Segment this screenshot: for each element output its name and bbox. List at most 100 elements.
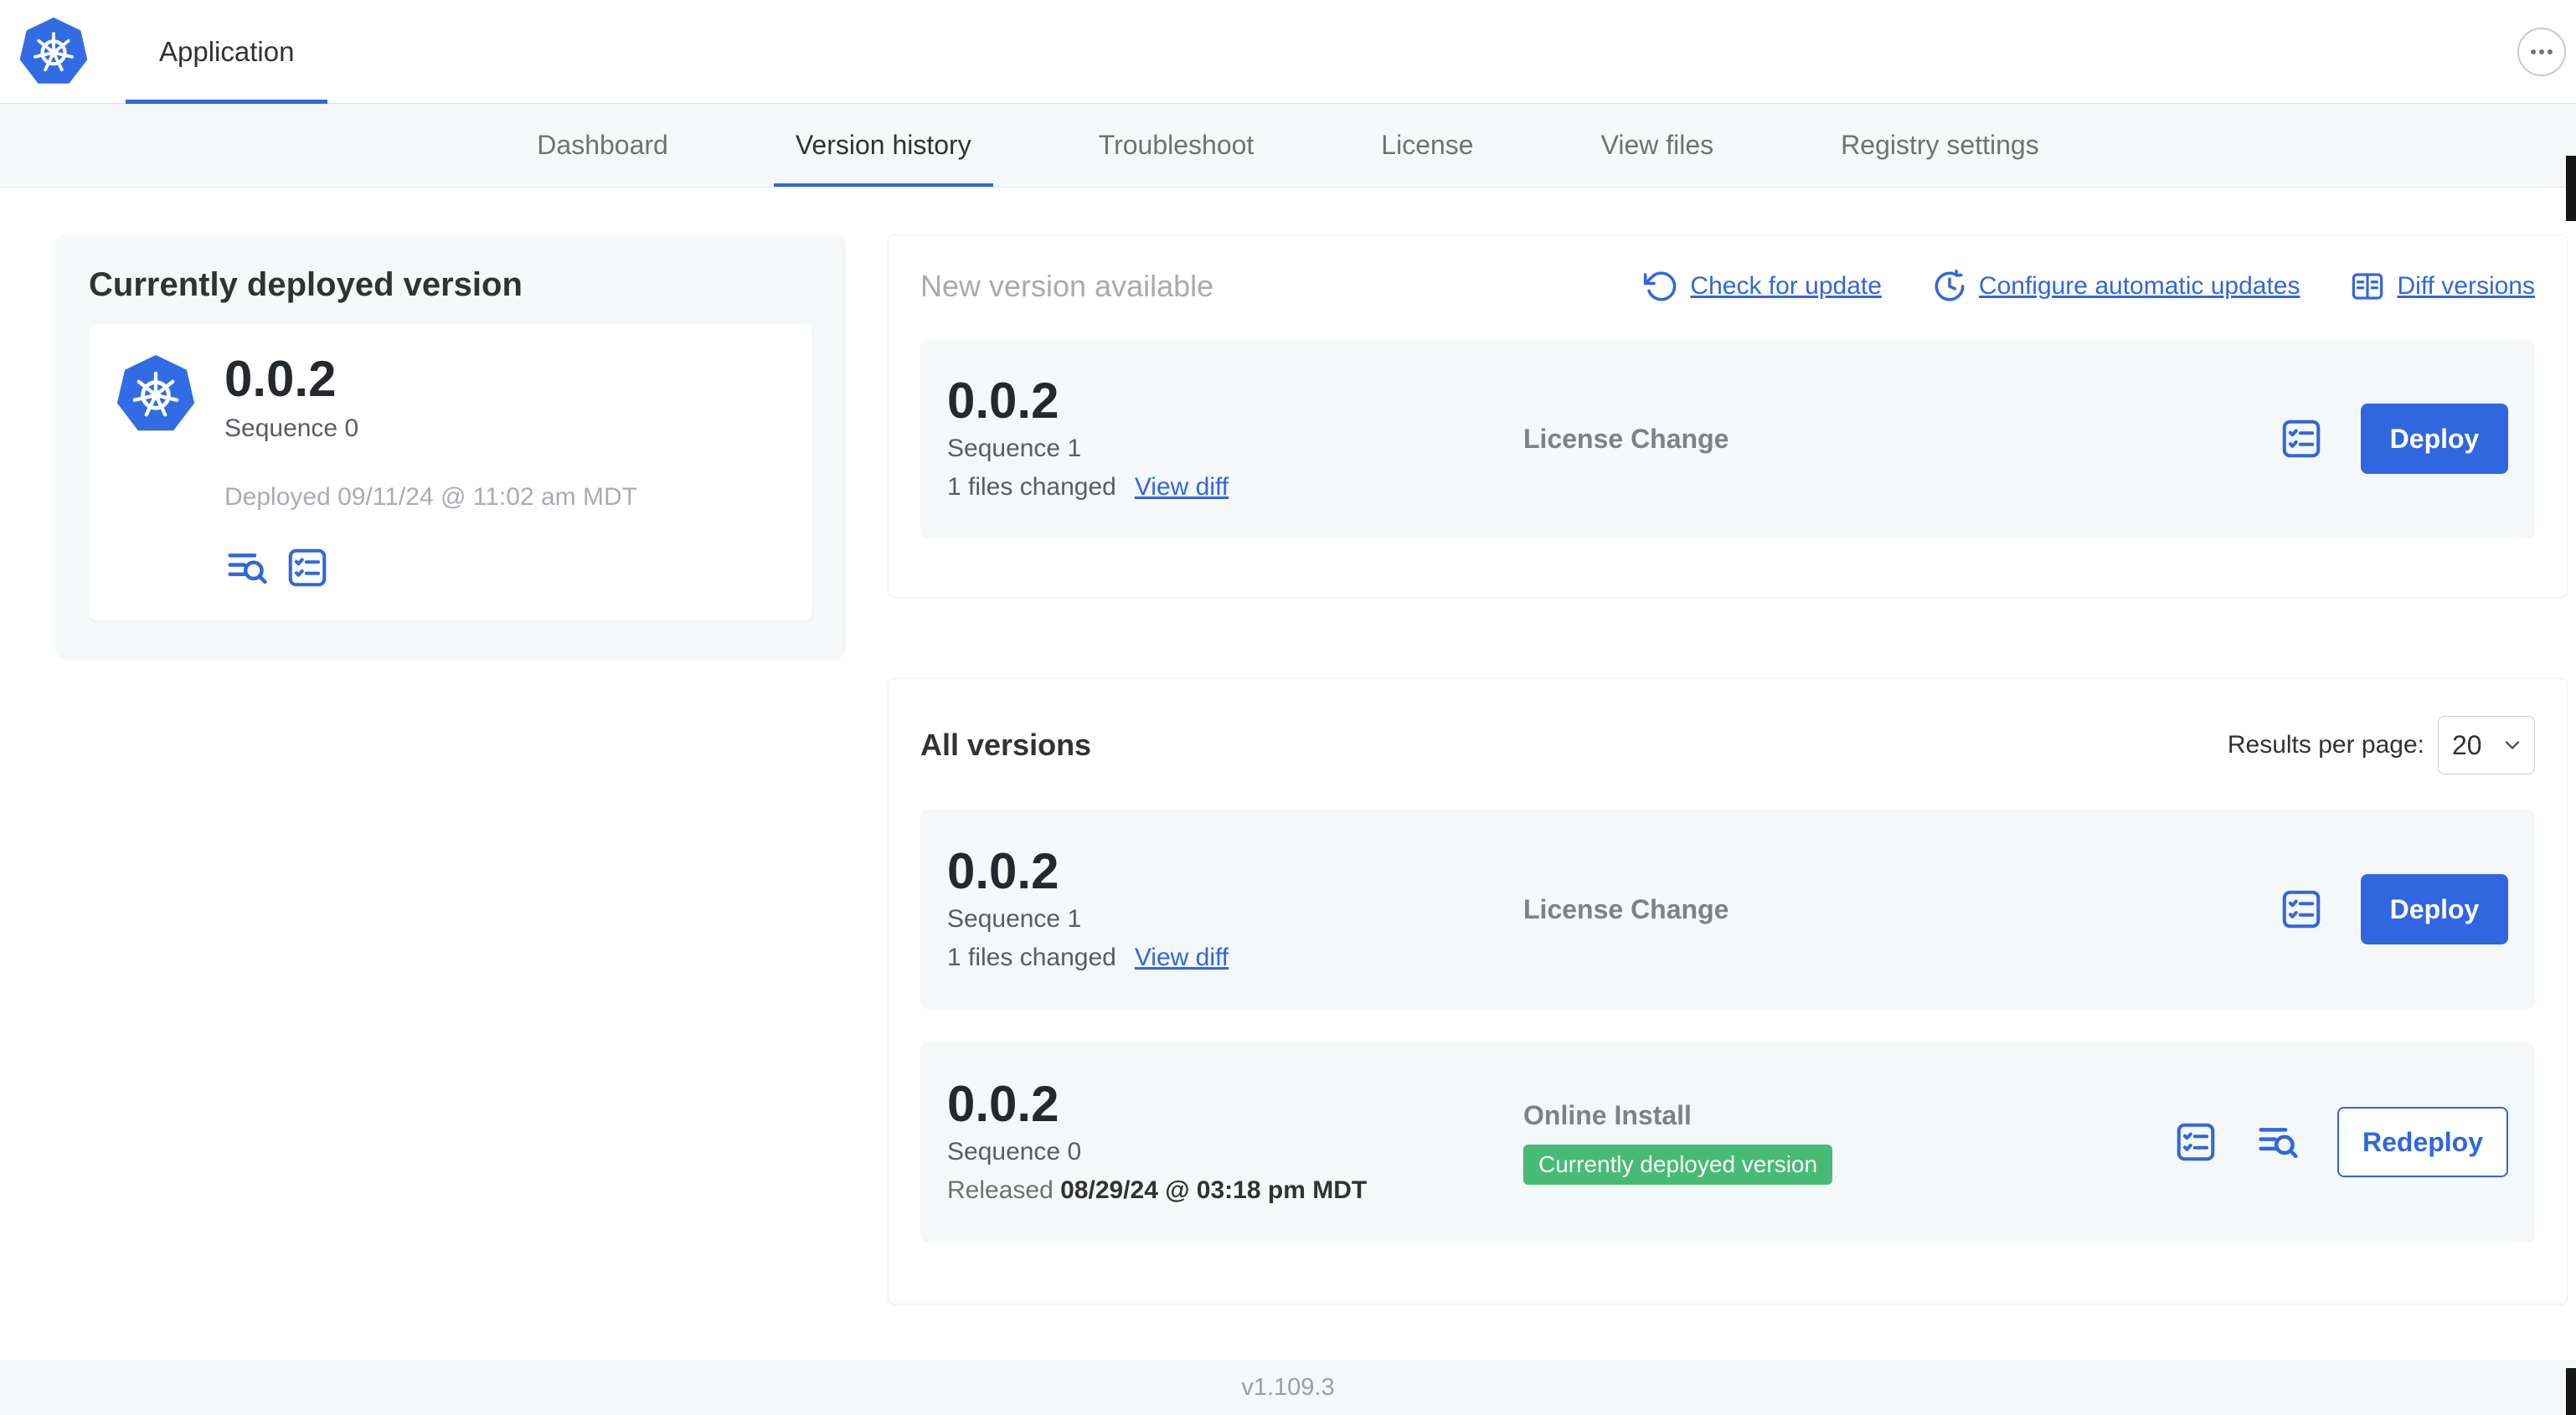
tab-registry-settings[interactable]: Registry settings xyxy=(1819,104,2061,187)
tab-label: License xyxy=(1381,130,1474,160)
configure-automatic-updates-link[interactable]: Configure automatic updates xyxy=(1932,269,2300,304)
version-number: 0.0.2 xyxy=(947,1076,1059,1132)
top-bar: Application xyxy=(0,0,2576,104)
ellipsis-icon xyxy=(2531,49,2553,54)
more-menu-button[interactable] xyxy=(2517,27,2566,76)
checklist-icon xyxy=(288,548,327,587)
current-version-details: 0.0.2 Sequence 0 Deployed 09/11/24 @ 11:… xyxy=(224,354,637,590)
version-row-actions: Deploy xyxy=(2279,404,2508,474)
version-actions-links: Check for update Configure automatic upd… xyxy=(1643,269,2535,304)
files-changed-count: 1 files changed xyxy=(947,944,1116,971)
preflight-checks-button[interactable] xyxy=(285,545,330,590)
app-tab-active-underline xyxy=(126,100,328,104)
version-source-label: License Change xyxy=(1523,423,1729,454)
currently-deployed-badge: Currently deployed version xyxy=(1523,1144,1833,1185)
version-number: 0.0.2 xyxy=(947,373,1059,429)
preflight-checks-button[interactable] xyxy=(2173,1119,2218,1165)
released-date-value: 08/29/24 @ 03:18 pm MDT xyxy=(1060,1176,1368,1204)
preflight-checks-button[interactable] xyxy=(2279,887,2324,932)
diff-versions-link[interactable]: Diff versions xyxy=(2350,269,2535,304)
version-source-label: License Change xyxy=(1523,893,1729,924)
version-source: License Change xyxy=(1523,424,2279,455)
app-nav-tabs: Dashboard Version history Troubleshoot L… xyxy=(0,104,2576,188)
tab-label: Troubleshoot xyxy=(1098,130,1255,160)
checklist-icon xyxy=(2282,419,2321,458)
results-per-page-select[interactable]: 20 xyxy=(2438,716,2535,774)
version-source: Online Install Currently deployed versio… xyxy=(1523,1100,2173,1185)
split-diff-icon xyxy=(2352,273,2383,300)
version-sequence: Sequence 1 xyxy=(947,905,1082,933)
preflight-checks-button[interactable] xyxy=(2279,416,2324,461)
version-source: License Change xyxy=(1523,894,2279,925)
version-sequence: Sequence 1 xyxy=(947,435,1082,462)
chevron-down-icon xyxy=(2505,741,2520,749)
checklist-icon xyxy=(2282,890,2321,929)
version-info: 0.0.2 Sequence 0 Released 08/29/24 @ 03:… xyxy=(947,1079,1523,1205)
tab-view-files[interactable]: View files xyxy=(1579,104,1736,187)
version-row-actions: Redeploy xyxy=(2173,1107,2508,1177)
files-changed-line: 1 files changed View diff xyxy=(947,473,1523,502)
tab-label: Dashboard xyxy=(537,130,668,160)
released-date-line: Released 08/29/24 @ 03:18 pm MDT xyxy=(947,1176,1523,1205)
check-for-update-link[interactable]: Check for update xyxy=(1643,269,1882,304)
clock-refresh-icon xyxy=(1935,270,1965,301)
tab-license[interactable]: License xyxy=(1359,104,1495,187)
new-version-row: 0.0.2 Sequence 1 1 files changed View di… xyxy=(920,339,2535,538)
active-tab-underline xyxy=(773,183,993,187)
app-tab[interactable]: Application xyxy=(126,0,328,104)
kubernetes-logo-icon xyxy=(19,17,88,84)
checklist-icon xyxy=(2177,1123,2215,1161)
view-logs-button[interactable] xyxy=(224,545,270,590)
current-version-sequence: Sequence 0 xyxy=(224,414,359,442)
lines-magnifier-icon xyxy=(2259,1128,2298,1159)
app-page: Application Dashboard Version history Tr… xyxy=(0,0,2576,1415)
scrollbar-thumb[interactable] xyxy=(2566,156,2576,221)
right-column: New version available Check for update C… xyxy=(888,234,2568,1304)
view-logs-button[interactable] xyxy=(2255,1119,2300,1165)
files-changed-count: 1 files changed xyxy=(947,473,1116,501)
currently-deployed-heading: Currently deployed version xyxy=(89,266,523,303)
tab-label: View files xyxy=(1600,130,1714,160)
current-version-deployed-date: Deployed 09/11/24 @ 11:02 am MDT xyxy=(224,483,637,511)
current-version-actions xyxy=(224,545,637,590)
tab-dashboard[interactable]: Dashboard xyxy=(515,104,690,187)
deploy-button[interactable]: Deploy xyxy=(2361,404,2508,474)
current-version-card: 0.0.2 Sequence 0 Deployed 09/11/24 @ 11:… xyxy=(89,324,812,620)
app-tab-label: Application xyxy=(159,35,295,67)
rotate-ccw-icon xyxy=(1644,271,1677,301)
scrollbar-thumb[interactable] xyxy=(2566,1368,2576,1415)
version-source-label: Online Install xyxy=(1523,1099,1692,1130)
console-version: v1.109.3 xyxy=(1241,1373,1335,1401)
view-diff-link[interactable]: View diff xyxy=(1135,473,1229,502)
check-for-update-label: Check for update xyxy=(1690,272,1882,300)
results-per-page: Results per page: 20 xyxy=(2228,716,2535,774)
all-versions-heading: All versions xyxy=(920,728,1092,762)
kubernetes-logo-icon xyxy=(116,354,195,431)
all-versions-card: All versions Results per page: 20 0.0.2 … xyxy=(888,678,2568,1304)
released-label: Released xyxy=(947,1176,1054,1204)
currently-deployed-panel: Currently deployed version 0.0.2 Sequenc… xyxy=(55,234,846,659)
results-per-page-label: Results per page: xyxy=(2227,731,2424,759)
version-row: 0.0.2 Sequence 0 Released 08/29/24 @ 03:… xyxy=(920,1042,2535,1242)
version-row-actions: Deploy xyxy=(2279,874,2508,944)
version-info: 0.0.2 Sequence 1 1 files changed View di… xyxy=(947,846,1523,972)
tab-version-history[interactable]: Version history xyxy=(773,104,993,187)
deploy-button[interactable]: Deploy xyxy=(2361,874,2508,944)
configure-automatic-updates-label: Configure automatic updates xyxy=(1978,272,2300,300)
version-number: 0.0.2 xyxy=(947,843,1059,899)
redeploy-button[interactable]: Redeploy xyxy=(2337,1107,2508,1177)
new-version-card: New version available Check for update C… xyxy=(888,234,2568,598)
app-footer: v1.109.3 xyxy=(0,1360,2576,1415)
tab-troubleshoot[interactable]: Troubleshoot xyxy=(1077,104,1276,187)
all-versions-header: All versions Results per page: 20 xyxy=(920,716,2535,774)
tab-label: Version history xyxy=(795,130,971,160)
tab-label: Registry settings xyxy=(1841,130,2039,160)
new-version-heading: New version available xyxy=(920,269,1214,303)
results-per-page-value: 20 xyxy=(2452,729,2482,760)
lines-magnifier-icon xyxy=(228,553,267,584)
new-version-header: New version available Check for update C… xyxy=(920,269,2535,304)
version-row: 0.0.2 Sequence 1 1 files changed View di… xyxy=(920,810,2535,1009)
view-diff-link[interactable]: View diff xyxy=(1135,944,1229,972)
current-version-number: 0.0.2 xyxy=(224,351,337,407)
main-content: Currently deployed version 0.0.2 Sequenc… xyxy=(0,188,2576,1360)
